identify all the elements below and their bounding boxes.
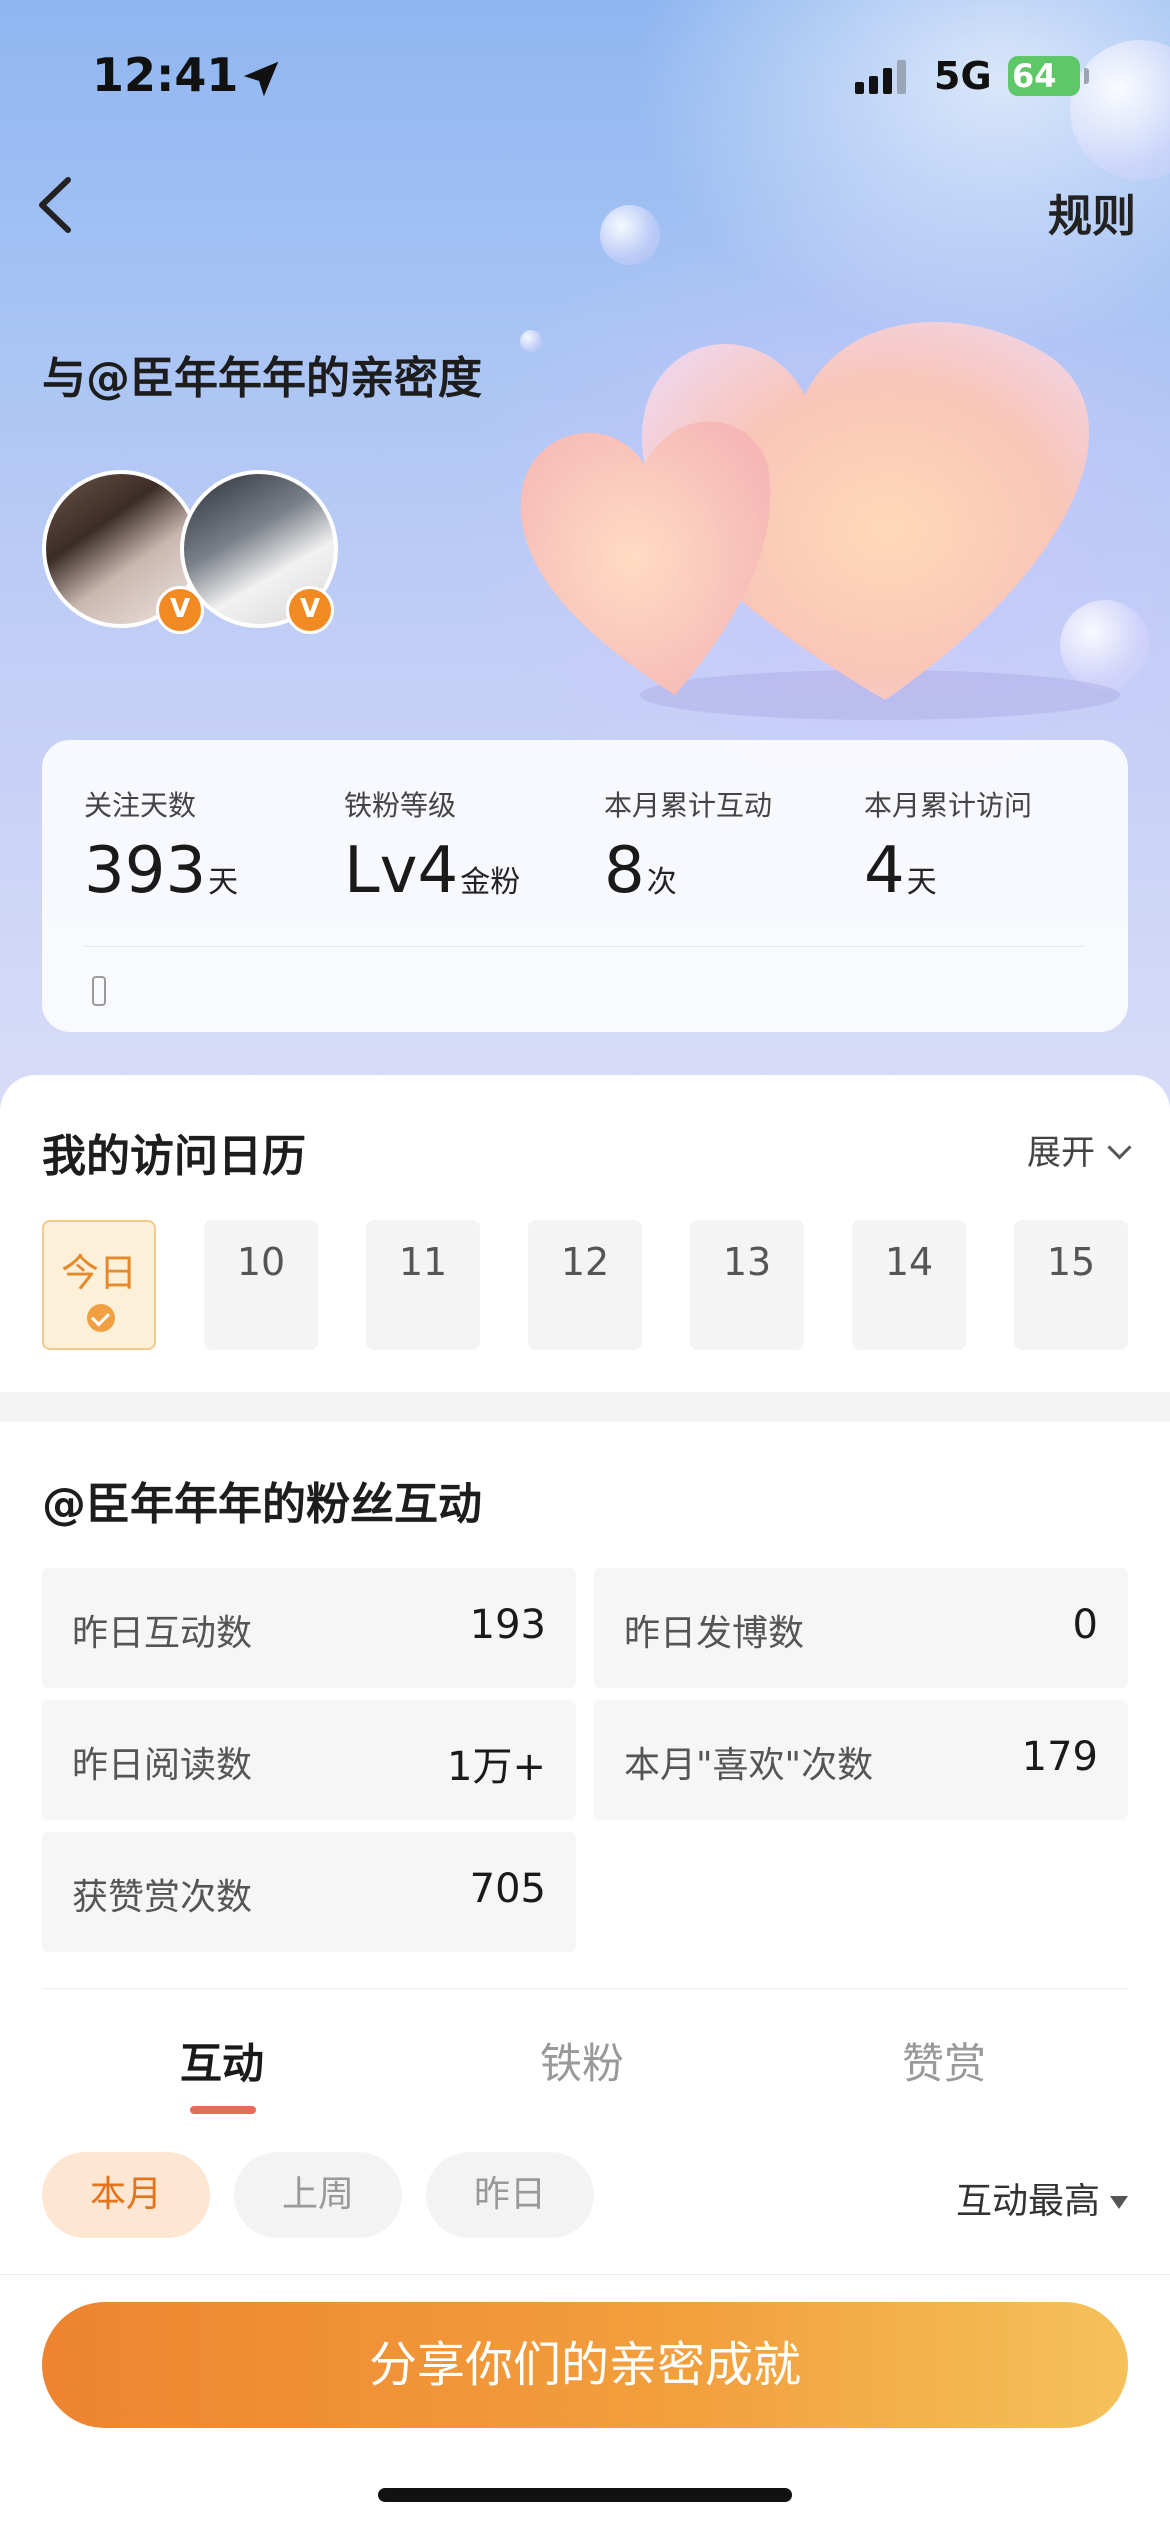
day-label: 10 bbox=[236, 1240, 286, 1284]
metric-label: 昨日阅读数 bbox=[72, 1745, 253, 1786]
rules-link[interactable]: 规则 bbox=[1048, 180, 1136, 244]
sort-dropdown[interactable]: 互动最高 bbox=[956, 2172, 1128, 2224]
metric-value: 193 bbox=[469, 1602, 546, 1648]
hearts-illustration bbox=[520, 321, 1120, 720]
stat-fan-level: 铁粉等级 Lv4金粉 bbox=[344, 784, 520, 908]
day-label: 15 bbox=[1046, 1240, 1096, 1284]
calendar-day[interactable]: 12 bbox=[528, 1220, 642, 1350]
battery-level: 64 bbox=[1012, 57, 1057, 95]
verified-badge-icon: V bbox=[156, 586, 204, 634]
expand-toggle[interactable]: 展开 bbox=[1027, 1125, 1132, 1174]
day-label: 今日 bbox=[60, 1251, 137, 1295]
chevron-down-icon bbox=[1107, 1135, 1132, 1160]
filter-this-month[interactable]: 本月 bbox=[42, 2152, 210, 2238]
stat-monthly-interactions: 本月累计互动 8次 bbox=[604, 784, 772, 908]
home-indicator[interactable] bbox=[378, 2488, 792, 2502]
metric-label: 昨日发博数 bbox=[624, 1613, 805, 1654]
day-label: 14 bbox=[884, 1240, 934, 1284]
day-label: 11 bbox=[398, 1240, 448, 1284]
verified-badge-icon: V bbox=[286, 586, 334, 634]
metric-label: 获赞赏次数 bbox=[72, 1877, 253, 1918]
cellular-signal-icon bbox=[855, 58, 915, 94]
metric-label: 本月"喜欢"次数 bbox=[624, 1745, 874, 1786]
stat-unit: 金粉 bbox=[460, 865, 521, 900]
metric-value: 179 bbox=[1021, 1734, 1098, 1780]
section-separator bbox=[0, 1392, 1170, 1422]
stat-label: 关注天数 bbox=[84, 789, 197, 822]
metric-tips-received: 获赞赏次数 705 bbox=[42, 1832, 576, 1952]
tab-tips[interactable]: 赞赏 bbox=[902, 2030, 986, 2091]
stat-number: Lv4 bbox=[344, 834, 459, 908]
battery-cap bbox=[1084, 68, 1089, 84]
day-label: 12 bbox=[560, 1240, 610, 1284]
stat-follow-days: 关注天数 393天 bbox=[84, 784, 238, 908]
active-tab-indicator bbox=[190, 2106, 256, 2114]
metric-yesterday-reads: 昨日阅读数 1万+ bbox=[42, 1700, 576, 1820]
checkmark-icon bbox=[87, 1304, 115, 1332]
calendar-day[interactable]: 14 bbox=[852, 1220, 966, 1350]
sort-label: 互动最高 bbox=[955, 2181, 1100, 2222]
scroll-handle-icon[interactable] bbox=[92, 976, 106, 1006]
day-label: 13 bbox=[722, 1240, 772, 1284]
status-time: 12:41 bbox=[92, 48, 239, 102]
metric-value: 1万+ bbox=[447, 1744, 546, 1790]
stat-value-row: 393天 bbox=[84, 834, 238, 908]
calendar-title: 我的访问日历 bbox=[42, 1131, 306, 1182]
stat-value-row: 8次 bbox=[604, 834, 772, 908]
divider bbox=[84, 946, 1084, 947]
calendar-day-today[interactable]: 今日 bbox=[42, 1220, 156, 1350]
caret-down-icon bbox=[1110, 2196, 1128, 2209]
filter-last-week[interactable]: 上周 bbox=[234, 2152, 402, 2238]
stat-unit: 次 bbox=[646, 865, 677, 900]
divider bbox=[42, 1988, 1128, 1989]
metric-monthly-likes: 本月"喜欢"次数 179 bbox=[594, 1700, 1128, 1820]
metric-yesterday-posts: 昨日发博数 0 bbox=[594, 1568, 1128, 1688]
stat-label: 本月累计互动 bbox=[604, 789, 773, 822]
location-arrow-icon bbox=[243, 61, 279, 97]
page-title: 与@臣年年年的亲密度 bbox=[42, 353, 482, 404]
divider bbox=[0, 2274, 1170, 2275]
metric-yesterday-interactions: 昨日互动数 193 bbox=[42, 1568, 576, 1688]
metric-value: 705 bbox=[469, 1866, 546, 1912]
calendar-day[interactable]: 11 bbox=[366, 1220, 480, 1350]
network-type: 5G bbox=[934, 54, 992, 98]
stat-label: 本月累计访问 bbox=[864, 789, 1033, 822]
metric-label: 昨日互动数 bbox=[72, 1613, 253, 1654]
stat-unit: 天 bbox=[906, 865, 937, 900]
share-achievement-button[interactable]: 分享你们的亲密成就 bbox=[42, 2302, 1128, 2428]
stat-number: 393 bbox=[84, 834, 207, 908]
expand-label: 展开 bbox=[1027, 1133, 1095, 1173]
tab-iron-fans[interactable]: 铁粉 bbox=[540, 2030, 624, 2091]
stat-number: 4 bbox=[864, 834, 905, 908]
bubble-decoration bbox=[600, 205, 660, 265]
stat-number: 8 bbox=[604, 834, 645, 908]
bubble-decoration bbox=[1070, 40, 1170, 180]
stat-label: 铁粉等级 bbox=[344, 789, 457, 822]
stats-card: 关注天数 393天 铁粉等级 Lv4金粉 本月累计互动 8次 本月累计访问 4天 bbox=[42, 740, 1128, 1032]
back-chevron-icon[interactable] bbox=[30, 170, 86, 240]
tab-interaction[interactable]: 互动 bbox=[180, 2030, 264, 2091]
filter-yesterday[interactable]: 昨日 bbox=[426, 2152, 594, 2238]
calendar-day[interactable]: 10 bbox=[204, 1220, 318, 1350]
stat-monthly-visits: 本月累计访问 4天 bbox=[864, 784, 1032, 908]
stat-unit: 天 bbox=[208, 865, 239, 900]
stat-value-row: 4天 bbox=[864, 834, 1032, 908]
battery-icon: 64 bbox=[1008, 56, 1080, 96]
calendar-day[interactable]: 15 bbox=[1014, 1220, 1128, 1350]
fans-section-title: @臣年年年的粉丝互动 bbox=[42, 1479, 482, 1530]
calendar-day[interactable]: 13 bbox=[690, 1220, 804, 1350]
metric-value: 0 bbox=[1072, 1602, 1098, 1648]
stat-value-row: Lv4金粉 bbox=[344, 834, 520, 908]
